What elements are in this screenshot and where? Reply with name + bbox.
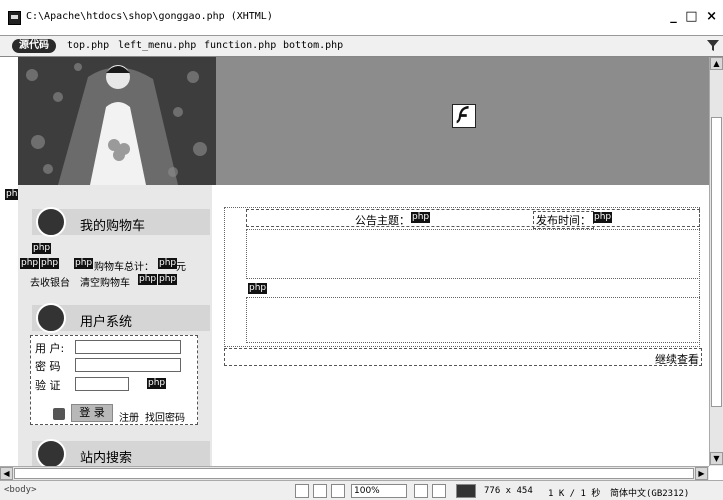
- scroll-up-arrow-icon[interactable]: ▲: [710, 57, 723, 70]
- php-tag[interactable]: php: [40, 258, 60, 269]
- captcha-row: 验 证 php: [35, 377, 167, 393]
- design-canvas[interactable]: php 我的购物车 php php php php 购物车总计： php 元 去…: [0, 57, 709, 466]
- topic-label: 公告主题：: [355, 214, 410, 227]
- clear-cart-link[interactable]: 清空购物车: [80, 274, 130, 289]
- captcha-input[interactable]: [75, 377, 129, 391]
- document-title: C:\Apache\htdocs\shop\gonggao.php (XHTML…: [26, 11, 273, 22]
- code-view-icon[interactable]: [432, 484, 446, 498]
- banner-bride-image: [18, 57, 216, 185]
- source-code-button[interactable]: 源代码: [12, 39, 56, 53]
- vertical-scroll-thumb[interactable]: [711, 117, 722, 407]
- notice-body-cell: [246, 229, 700, 279]
- user-system-title: 用户系统: [80, 315, 133, 330]
- vertical-scrollbar[interactable]: ▲ ▼: [709, 57, 723, 466]
- zoom-select[interactable]: 100%: [351, 484, 407, 498]
- scroll-right-arrow-icon[interactable]: ▶: [695, 467, 708, 480]
- username-row: 用 户:: [35, 340, 181, 356]
- encoding-readout: 简体中文(GB2312): [610, 489, 690, 499]
- login-button[interactable]: 登 录: [71, 404, 113, 422]
- related-file-function[interactable]: function.php: [204, 40, 276, 51]
- flash-banner-placeholder[interactable]: [216, 57, 709, 185]
- php-tag[interactable]: php: [248, 283, 268, 294]
- window-controls[interactable]: _ □ ×: [670, 9, 719, 24]
- php-tag[interactable]: php: [138, 274, 158, 285]
- monitor-size-icon[interactable]: [456, 484, 476, 498]
- design-view-icon[interactable]: [414, 484, 428, 498]
- register-link[interactable]: 注册: [119, 409, 139, 424]
- magnifier-search-icon: [36, 439, 66, 466]
- related-file-left-menu[interactable]: left_menu.php: [118, 40, 196, 51]
- zoom-tool-icon[interactable]: [331, 484, 345, 498]
- horizontal-scroll-thumb[interactable]: [14, 468, 694, 479]
- more-link[interactable]: 继续查看: [655, 351, 699, 367]
- password-row: 密 码: [35, 358, 181, 374]
- related-files-bar: 源代码 top.php left_menu.php function.php b…: [0, 36, 723, 57]
- cart-section-title: 我的购物车: [80, 219, 146, 234]
- php-tag[interactable]: php: [158, 274, 178, 285]
- cart-total-label: 购物车总计：: [94, 262, 154, 273]
- currency-unit: 元: [176, 262, 186, 273]
- related-file-bottom[interactable]: bottom.php: [283, 40, 343, 51]
- key-icon: [53, 408, 65, 420]
- hand-tool-icon[interactable]: [313, 484, 327, 498]
- checkout-link[interactable]: 去收银台: [30, 274, 70, 289]
- user-avatar-icon: [36, 303, 66, 333]
- user-system-section-header: 用户系统: [32, 303, 210, 333]
- forgot-password-link[interactable]: 找回密码: [145, 409, 185, 424]
- username-input[interactable]: [75, 340, 181, 354]
- more-row: 继续查看: [224, 348, 702, 366]
- site-search-section-header: 站内搜索: [32, 439, 210, 466]
- pointer-tool-icon[interactable]: [295, 484, 309, 498]
- flash-icon: [452, 104, 476, 128]
- login-form: 用 户: 密 码 验 证 php 登 录 注册 找回密码: [30, 335, 198, 425]
- site-search-title: 站内搜索: [80, 451, 133, 466]
- php-tag[interactable]: php: [593, 212, 613, 223]
- related-file-top[interactable]: top.php: [67, 40, 109, 51]
- shopping-cart-icon: [36, 207, 66, 237]
- php-tag[interactable]: php: [32, 243, 52, 254]
- notice-header-row: 公告主题： php 发布时间： php: [246, 209, 700, 229]
- horizontal-scrollbar[interactable]: ◀ ▶: [0, 466, 709, 480]
- window-size-readout[interactable]: 776 x 454: [484, 486, 533, 496]
- scroll-left-arrow-icon[interactable]: ◀: [0, 467, 13, 480]
- php-tag[interactable]: php: [158, 258, 178, 269]
- username-label: 用 户:: [35, 342, 65, 355]
- captcha-label: 验 证: [35, 379, 61, 392]
- notice-content-cell: [246, 297, 700, 343]
- status-bar: <body> 100% 776 x 454 1 K / 1 秒 简体中文(GB2…: [0, 480, 723, 500]
- tag-selector[interactable]: <body>: [4, 485, 37, 495]
- php-tag[interactable]: php: [20, 258, 40, 269]
- title-bar: C:\Apache\htdocs\shop\gonggao.php (XHTML…: [0, 0, 723, 36]
- scroll-down-arrow-icon[interactable]: ▼: [710, 452, 723, 465]
- filter-icon[interactable]: [707, 39, 719, 52]
- password-label: 密 码: [35, 360, 61, 373]
- password-input[interactable]: [75, 358, 181, 372]
- file-size-readout: 1 K / 1 秒: [548, 489, 601, 499]
- dreamweaver-app-icon: [8, 11, 21, 25]
- php-tag[interactable]: php: [147, 378, 167, 389]
- cart-section-header: 我的购物车: [32, 207, 210, 237]
- php-tag[interactable]: php: [74, 258, 94, 269]
- php-tag[interactable]: php: [411, 212, 431, 223]
- bride-illustration: [18, 57, 216, 185]
- publish-time-label: 发布时间：: [533, 211, 594, 229]
